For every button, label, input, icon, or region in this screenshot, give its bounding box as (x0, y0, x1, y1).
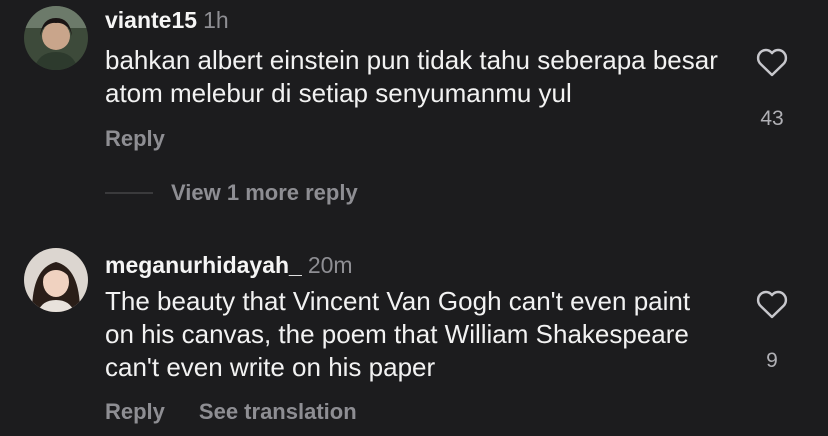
like-count: 9 (766, 349, 778, 372)
reply-button[interactable]: Reply (105, 399, 165, 424)
username[interactable]: meganurhidayah_ (105, 252, 302, 278)
avatar-image (24, 248, 88, 312)
timestamp: 20m (307, 252, 353, 278)
like-count: 43 (760, 107, 784, 130)
reply-button[interactable]: Reply (105, 126, 165, 151)
view-more-replies-label: View 1 more reply (171, 180, 358, 205)
comment-actions: Reply (105, 125, 165, 153)
comment-text: bahkan albert einstein pun tidak tahu se… (105, 45, 718, 108)
view-more-replies-button[interactable]: View 1 more reply (105, 178, 358, 208)
avatar[interactable] (24, 6, 88, 70)
see-translation-button[interactable]: See translation (199, 399, 357, 424)
avatar-image (24, 6, 88, 70)
thread-line (105, 192, 153, 194)
comment-header: meganurhidayah_ 20m (105, 251, 353, 279)
comment-text: The beauty that Vincent Van Gogh can't e… (105, 286, 691, 382)
timestamp: 1h (203, 7, 229, 33)
heart-outline-icon[interactable] (755, 289, 789, 319)
like-area: 9 (752, 289, 792, 373)
heart-outline-icon[interactable] (755, 47, 789, 77)
comment-actions: Reply See translation (105, 398, 357, 426)
avatar[interactable] (24, 248, 88, 312)
like-area: 43 (752, 47, 792, 131)
username[interactable]: viante15 (105, 7, 197, 33)
comment-header: viante15 1h (105, 6, 229, 34)
